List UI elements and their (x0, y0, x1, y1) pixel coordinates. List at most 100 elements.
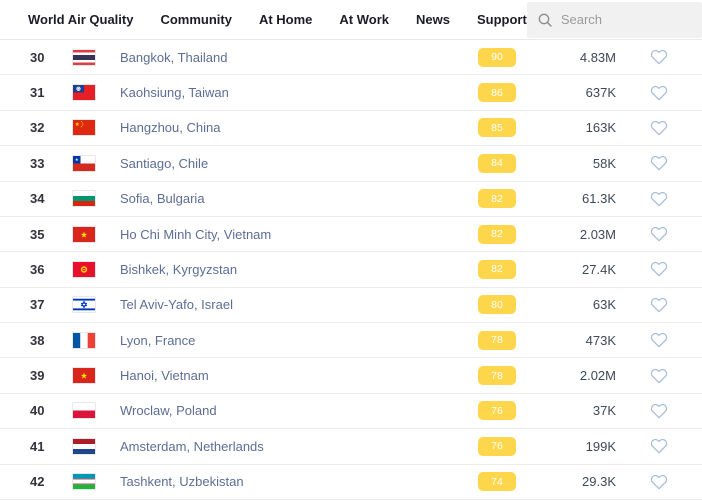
search-box[interactable] (527, 2, 702, 38)
followers-count: 637K (516, 85, 616, 100)
main-nav: World Air Quality Community At Home At W… (28, 12, 527, 27)
follow-button[interactable] (616, 49, 702, 65)
rank-number: 32 (0, 120, 73, 135)
city-link[interactable]: Tashkent, Uzbekistan (120, 474, 478, 489)
aqi-value-badge: 80 (478, 295, 516, 314)
heart-icon (650, 49, 668, 65)
table-row[interactable]: 33 Santiago, Chile 84 58K (0, 146, 702, 181)
rank-number: 38 (0, 333, 73, 348)
followers-count: 163K (516, 120, 616, 135)
table-row[interactable]: 36 Bishkek, Kyrgyzstan 82 27.4K (0, 252, 702, 287)
rank-number: 40 (0, 403, 73, 418)
heart-icon (650, 474, 668, 490)
nav-item-world-air-quality[interactable]: World Air Quality (28, 12, 133, 27)
follow-button[interactable] (616, 226, 702, 242)
aqi-badge-cell: 74 (478, 472, 516, 491)
nav-item-at-home[interactable]: At Home (259, 12, 312, 27)
aqi-value-badge: 85 (478, 118, 516, 137)
follow-button[interactable] (616, 474, 702, 490)
nav-item-community[interactable]: Community (160, 12, 232, 27)
rank-number: 33 (0, 156, 73, 171)
city-link[interactable]: Bangkok, Thailand (120, 50, 478, 65)
netherlands-flag-icon (73, 439, 95, 454)
aqi-badge-cell: 76 (478, 401, 516, 420)
city-link[interactable]: Lyon, France (120, 333, 478, 348)
follow-button[interactable] (616, 332, 702, 348)
followers-count: 61.3K (516, 191, 616, 206)
heart-icon (650, 438, 668, 454)
follow-button[interactable] (616, 85, 702, 101)
china-flag-icon (73, 120, 95, 135)
rank-number: 41 (0, 439, 73, 454)
aqi-value-badge: 84 (478, 154, 516, 173)
aqi-badge-cell: 82 (478, 260, 516, 279)
follow-button[interactable] (616, 261, 702, 277)
follow-button[interactable] (616, 403, 702, 419)
aqi-badge-cell: 76 (478, 437, 516, 456)
table-row[interactable]: 34 Sofia, Bulgaria 82 61.3K (0, 182, 702, 217)
nav-item-news[interactable]: News (416, 12, 450, 27)
heart-icon (650, 120, 668, 136)
table-row[interactable]: 30 Bangkok, Thailand 90 4.83M (0, 40, 702, 75)
vietnam-flag-icon (73, 368, 95, 383)
city-link[interactable]: Hangzhou, China (120, 120, 478, 135)
city-link[interactable]: Santiago, Chile (120, 156, 478, 171)
rank-number: 35 (0, 227, 73, 242)
aqi-value-badge: 82 (478, 189, 516, 208)
rank-number: 37 (0, 297, 73, 312)
table-row[interactable]: 37 Tel Aviv-Yafo, Israel 80 63K (0, 288, 702, 323)
heart-icon (650, 191, 668, 207)
rank-number: 34 (0, 191, 73, 206)
follow-button[interactable] (616, 438, 702, 454)
city-link[interactable]: Tel Aviv-Yafo, Israel (120, 297, 478, 312)
aqi-value-badge: 74 (478, 472, 516, 491)
city-link[interactable]: Hanoi, Vietnam (120, 368, 478, 383)
city-link[interactable]: Ho Chi Minh City, Vietnam (120, 227, 478, 242)
followers-count: 58K (516, 156, 616, 171)
heart-icon (650, 261, 668, 277)
followers-count: 29.3K (516, 474, 616, 489)
aqi-badge-cell: 90 (478, 48, 516, 67)
aqi-value-badge: 76 (478, 437, 516, 456)
city-link[interactable]: Wroclaw, Poland (120, 403, 478, 418)
followers-count: 27.4K (516, 262, 616, 277)
table-row[interactable]: 38 Lyon, France 78 473K (0, 323, 702, 358)
heart-icon (650, 226, 668, 242)
aqi-badge-cell: 78 (478, 331, 516, 350)
follow-button[interactable] (616, 368, 702, 384)
vietnam-flag-icon (73, 227, 95, 242)
aqi-value-badge: 86 (478, 83, 516, 102)
rank-number: 30 (0, 50, 73, 65)
table-row[interactable]: 31 Kaohsiung, Taiwan 86 637K (0, 75, 702, 110)
search-input[interactable] (561, 12, 692, 27)
table-row[interactable]: 41 Amsterdam, Netherlands 76 199K (0, 429, 702, 464)
top-nav-bar: World Air Quality Community At Home At W… (0, 0, 702, 40)
rank-number: 39 (0, 368, 73, 383)
search-icon (537, 12, 553, 28)
follow-button[interactable] (616, 191, 702, 207)
heart-icon (650, 332, 668, 348)
follow-button[interactable] (616, 120, 702, 136)
poland-flag-icon (73, 403, 95, 418)
chile-flag-icon (73, 156, 95, 171)
city-link[interactable]: Sofia, Bulgaria (120, 191, 478, 206)
nav-item-support[interactable]: Support (477, 12, 527, 27)
table-row[interactable]: 32 Hangzhou, China 85 163K (0, 111, 702, 146)
city-link[interactable]: Amsterdam, Netherlands (120, 439, 478, 454)
follow-button[interactable] (616, 155, 702, 171)
followers-count: 199K (516, 439, 616, 454)
nav-item-at-work[interactable]: At Work (339, 12, 389, 27)
table-row[interactable]: 39 Hanoi, Vietnam 78 2.02M (0, 358, 702, 393)
table-row[interactable]: 35 Ho Chi Minh City, Vietnam 82 2.03M (0, 217, 702, 252)
heart-icon (650, 155, 668, 171)
followers-count: 2.02M (516, 368, 616, 383)
city-link[interactable]: Kaohsiung, Taiwan (120, 85, 478, 100)
follow-button[interactable] (616, 297, 702, 313)
aqi-value-badge: 78 (478, 366, 516, 385)
table-row[interactable]: 42 Tashkent, Uzbekistan 74 29.3K (0, 465, 702, 500)
table-row[interactable]: 40 Wroclaw, Poland 76 37K (0, 394, 702, 429)
heart-icon (650, 403, 668, 419)
heart-icon (650, 85, 668, 101)
city-link[interactable]: Bishkek, Kyrgyzstan (120, 262, 478, 277)
aqi-value-badge: 76 (478, 401, 516, 420)
